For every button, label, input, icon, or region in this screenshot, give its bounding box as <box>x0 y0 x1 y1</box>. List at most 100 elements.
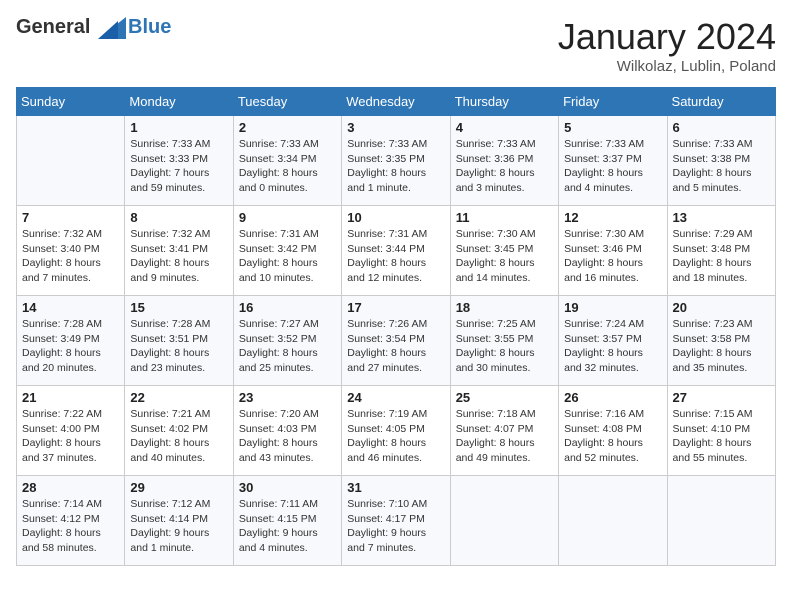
day-info: Sunrise: 7:14 AMSunset: 4:12 PMDaylight:… <box>22 497 119 556</box>
day-cell: 30 Sunrise: 7:11 AMSunset: 4:15 PMDayligh… <box>233 476 341 566</box>
day-cell: 18 Sunrise: 7:25 AMSunset: 3:55 PMDayligh… <box>450 296 558 386</box>
day-number: 18 <box>456 300 553 315</box>
day-cell: 17 Sunrise: 7:26 AMSunset: 3:54 PMDayligh… <box>342 296 450 386</box>
day-info: Sunrise: 7:28 AMSunset: 3:51 PMDaylight:… <box>130 317 227 376</box>
day-number: 13 <box>673 210 770 225</box>
day-cell: 10Sunrise: 7:31 AMSunset: 3:44 PMDayligh… <box>342 206 450 296</box>
header-day-tuesday: Tuesday <box>233 88 341 116</box>
day-cell: 21 Sunrise: 7:22 AMSunset: 4:00 PMDayligh… <box>17 386 125 476</box>
page-header: General Blue January 2024 Wilkolaz, Lubl… <box>16 16 776 75</box>
day-info: Sunrise: 7:28 AMSunset: 3:49 PMDaylight:… <box>22 317 119 376</box>
week-row-2: 7 Sunrise: 7:32 AMSunset: 3:40 PMDaylight… <box>17 206 776 296</box>
day-number: 24 <box>347 390 444 405</box>
header-day-sunday: Sunday <box>17 88 125 116</box>
logo-text-general: General <box>16 16 90 38</box>
day-info: Sunrise: 7:31 AMSunset: 3:42 PMDaylight:… <box>239 227 336 286</box>
day-info: Sunrise: 7:15 AMSunset: 4:10 PMDaylight:… <box>673 407 770 466</box>
day-cell: 28 Sunrise: 7:14 AMSunset: 4:12 PMDayligh… <box>17 476 125 566</box>
day-number: 5 <box>564 120 661 135</box>
week-row-4: 21 Sunrise: 7:22 AMSunset: 4:00 PMDayligh… <box>17 386 776 476</box>
calendar-header: SundayMondayTuesdayWednesdayThursdayFrid… <box>17 88 776 116</box>
day-cell: 11Sunrise: 7:30 AMSunset: 3:45 PMDayligh… <box>450 206 558 296</box>
day-number: 1 <box>130 120 227 135</box>
day-info: Sunrise: 7:18 AMSunset: 4:07 PMDaylight:… <box>456 407 553 466</box>
day-number: 7 <box>22 210 119 225</box>
day-cell: 7 Sunrise: 7:32 AMSunset: 3:40 PMDaylight… <box>17 206 125 296</box>
day-cell: 9 Sunrise: 7:31 AMSunset: 3:42 PMDaylight… <box>233 206 341 296</box>
day-cell: 14 Sunrise: 7:28 AMSunset: 3:49 PMDayligh… <box>17 296 125 386</box>
day-number: 9 <box>239 210 336 225</box>
day-info: Sunrise: 7:33 AMSunset: 3:36 PMDaylight:… <box>456 137 553 196</box>
title-block: January 2024 Wilkolaz, Lublin, Poland <box>558 16 776 75</box>
day-cell: 13 Sunrise: 7:29 AMSunset: 3:48 PMDayligh… <box>667 206 775 296</box>
day-cell <box>17 116 125 206</box>
day-number: 26 <box>564 390 661 405</box>
day-info: Sunrise: 7:33 AMSunset: 3:34 PMDaylight:… <box>239 137 336 196</box>
day-number: 4 <box>456 120 553 135</box>
day-number: 12 <box>564 210 661 225</box>
day-cell <box>559 476 667 566</box>
header-day-friday: Friday <box>559 88 667 116</box>
day-info: Sunrise: 7:20 AMSunset: 4:03 PMDaylight:… <box>239 407 336 466</box>
day-number: 23 <box>239 390 336 405</box>
day-cell: 26 Sunrise: 7:16 AMSunset: 4:08 PMDayligh… <box>559 386 667 476</box>
day-cell: 8 Sunrise: 7:32 AMSunset: 3:41 PMDaylight… <box>125 206 233 296</box>
calendar-table: SundayMondayTuesdayWednesdayThursdayFrid… <box>16 87 776 566</box>
day-info: Sunrise: 7:21 AMSunset: 4:02 PMDaylight:… <box>130 407 227 466</box>
day-info: Sunrise: 7:25 AMSunset: 3:55 PMDaylight:… <box>456 317 553 376</box>
day-cell: 24 Sunrise: 7:19 AMSunset: 4:05 PMDayligh… <box>342 386 450 476</box>
day-number: 19 <box>564 300 661 315</box>
day-cell: 23 Sunrise: 7:20 AMSunset: 4:03 PMDayligh… <box>233 386 341 476</box>
day-info: Sunrise: 7:11 AMSunset: 4:15 PMDaylight:… <box>239 497 336 556</box>
day-number: 16 <box>239 300 336 315</box>
day-number: 14 <box>22 300 119 315</box>
day-info: Sunrise: 7:27 AMSunset: 3:52 PMDaylight:… <box>239 317 336 376</box>
day-number: 3 <box>347 120 444 135</box>
day-number: 29 <box>130 480 227 495</box>
day-number: 6 <box>673 120 770 135</box>
day-number: 28 <box>22 480 119 495</box>
calendar-body: 1 Sunrise: 7:33 AMSunset: 3:33 PMDaylight… <box>17 116 776 566</box>
day-number: 31 <box>347 480 444 495</box>
day-cell: 31 Sunrise: 7:10 AMSunset: 4:17 PMDayligh… <box>342 476 450 566</box>
day-number: 17 <box>347 300 444 315</box>
day-cell: 20 Sunrise: 7:23 AMSunset: 3:58 PMDayligh… <box>667 296 775 386</box>
day-info: Sunrise: 7:23 AMSunset: 3:58 PMDaylight:… <box>673 317 770 376</box>
day-info: Sunrise: 7:16 AMSunset: 4:08 PMDaylight:… <box>564 407 661 466</box>
day-cell: 25 Sunrise: 7:18 AMSunset: 4:07 PMDayligh… <box>450 386 558 476</box>
logo: General Blue <box>16 16 171 39</box>
day-info: Sunrise: 7:22 AMSunset: 4:00 PMDaylight:… <box>22 407 119 466</box>
day-cell <box>667 476 775 566</box>
header-day-wednesday: Wednesday <box>342 88 450 116</box>
day-cell: 1 Sunrise: 7:33 AMSunset: 3:33 PMDaylight… <box>125 116 233 206</box>
day-number: 27 <box>673 390 770 405</box>
day-info: Sunrise: 7:33 AMSunset: 3:37 PMDaylight:… <box>564 137 661 196</box>
day-info: Sunrise: 7:10 AMSunset: 4:17 PMDaylight:… <box>347 497 444 556</box>
day-cell: 2Sunrise: 7:33 AMSunset: 3:34 PMDaylight… <box>233 116 341 206</box>
day-number: 10 <box>347 210 444 225</box>
day-info: Sunrise: 7:29 AMSunset: 3:48 PMDaylight:… <box>673 227 770 286</box>
day-cell: 22Sunrise: 7:21 AMSunset: 4:02 PMDayligh… <box>125 386 233 476</box>
logo-text-blue: Blue <box>128 16 171 38</box>
day-number: 20 <box>673 300 770 315</box>
header-day-thursday: Thursday <box>450 88 558 116</box>
day-info: Sunrise: 7:32 AMSunset: 3:40 PMDaylight:… <box>22 227 119 286</box>
day-info: Sunrise: 7:32 AMSunset: 3:41 PMDaylight:… <box>130 227 227 286</box>
day-cell: 16 Sunrise: 7:27 AMSunset: 3:52 PMDayligh… <box>233 296 341 386</box>
day-info: Sunrise: 7:26 AMSunset: 3:54 PMDaylight:… <box>347 317 444 376</box>
day-info: Sunrise: 7:19 AMSunset: 4:05 PMDaylight:… <box>347 407 444 466</box>
day-number: 21 <box>22 390 119 405</box>
week-row-5: 28 Sunrise: 7:14 AMSunset: 4:12 PMDayligh… <box>17 476 776 566</box>
day-cell: 5 Sunrise: 7:33 AMSunset: 3:37 PMDaylight… <box>559 116 667 206</box>
day-info: Sunrise: 7:24 AMSunset: 3:57 PMDaylight:… <box>564 317 661 376</box>
day-info: Sunrise: 7:30 AMSunset: 3:45 PMDaylight:… <box>456 227 553 286</box>
day-info: Sunrise: 7:33 AMSunset: 3:35 PMDaylight:… <box>347 137 444 196</box>
day-number: 25 <box>456 390 553 405</box>
day-cell: 15Sunrise: 7:28 AMSunset: 3:51 PMDayligh… <box>125 296 233 386</box>
week-row-3: 14 Sunrise: 7:28 AMSunset: 3:49 PMDayligh… <box>17 296 776 386</box>
day-cell: 6Sunrise: 7:33 AMSunset: 3:38 PMDaylight… <box>667 116 775 206</box>
day-info: Sunrise: 7:33 AMSunset: 3:33 PMDaylight:… <box>130 137 227 196</box>
day-cell: 19 Sunrise: 7:24 AMSunset: 3:57 PMDayligh… <box>559 296 667 386</box>
day-number: 8 <box>130 210 227 225</box>
day-number: 30 <box>239 480 336 495</box>
